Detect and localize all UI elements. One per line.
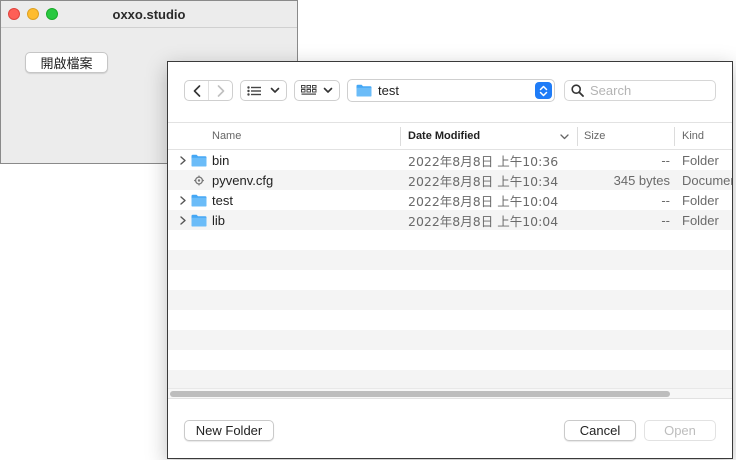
dialog-button-bar: New Folder Cancel Open	[168, 398, 732, 458]
file-date-modified: 2022年8月8日 上午10:04	[408, 193, 559, 209]
file-size: --	[661, 212, 670, 228]
app-titlebar: oxxo.studio	[1, 1, 297, 28]
chevron-right-icon	[180, 215, 186, 225]
column-divider[interactable]	[577, 127, 578, 146]
table-row[interactable]: lib 2022年8月8日 上午10:04 -- Folder	[168, 210, 732, 230]
new-folder-button[interactable]: New Folder	[184, 420, 274, 441]
file-date-modified: 2022年8月8日 上午10:04	[408, 213, 559, 229]
cancel-button[interactable]: Cancel	[564, 420, 636, 441]
folder-icon	[191, 194, 207, 206]
disclosure-triangle[interactable]	[178, 190, 188, 210]
file-name: lib	[212, 212, 226, 228]
file-size: 345 bytes	[613, 172, 670, 188]
search-field[interactable]	[564, 80, 716, 101]
empty-row	[168, 230, 732, 250]
column-kind[interactable]: Kind	[682, 123, 704, 149]
file-kind: Documer	[682, 172, 732, 188]
column-size[interactable]: Size	[584, 123, 605, 149]
file-date-modified: 2022年8月8日 上午10:36	[408, 153, 559, 169]
empty-row	[168, 250, 732, 270]
column-name[interactable]: Name	[212, 123, 241, 149]
open-file-button[interactable]: 開啟檔案	[25, 52, 108, 73]
folder-icon	[191, 154, 207, 166]
app-title: oxxo.studio	[112, 7, 186, 22]
column-divider[interactable]	[400, 127, 401, 146]
folder-icon	[191, 214, 207, 226]
column-date-modified[interactable]: Date Modified	[408, 123, 480, 149]
location-popup[interactable]: test	[347, 79, 555, 102]
document-icon	[194, 175, 204, 185]
file-kind: Folder	[682, 192, 719, 208]
horizontal-scrollbar[interactable]	[168, 388, 732, 398]
location-stepper[interactable]	[535, 82, 552, 99]
file-name: bin	[212, 152, 230, 168]
file-list: bin 2022年8月8日 上午10:36 -- Folder pyvenv.c…	[168, 150, 732, 388]
table-row[interactable]: bin 2022年8月8日 上午10:36 -- Folder	[168, 150, 732, 170]
empty-row	[168, 270, 732, 290]
file-kind: Folder	[682, 212, 719, 228]
empty-row	[168, 290, 732, 310]
file-date-modified: 2022年8月8日 上午10:34	[408, 173, 559, 189]
group-view-button[interactable]	[294, 80, 340, 101]
list-view-button[interactable]	[240, 80, 287, 101]
open-button[interactable]: Open	[644, 420, 716, 441]
scrollbar-thumb[interactable]	[170, 391, 670, 397]
chevron-right-icon	[180, 195, 186, 205]
column-header: Name Date Modified Size Kind	[168, 122, 732, 150]
chevron-down-icon	[323, 87, 333, 93]
file-size: --	[661, 192, 670, 208]
column-divider[interactable]	[674, 127, 675, 146]
table-row[interactable]: test 2022年8月8日 上午10:04 -- Folder	[168, 190, 732, 210]
up-down-chevron-icon	[539, 85, 548, 96]
current-folder-label: test	[378, 83, 399, 98]
list-icon	[247, 85, 261, 96]
file-kind: Folder	[682, 152, 719, 168]
disclosure-triangle[interactable]	[178, 150, 188, 170]
empty-row	[168, 330, 732, 350]
search-input[interactable]	[590, 83, 700, 98]
file-name: pyvenv.cfg	[212, 172, 274, 188]
folder-icon	[356, 84, 372, 97]
file-name: test	[212, 192, 233, 208]
back-button[interactable]	[185, 81, 208, 100]
grid-icon	[301, 85, 317, 95]
dialog-toolbar: test	[168, 62, 732, 122]
table-row[interactable]: pyvenv.cfg 2022年8月8日 上午10:34 345 bytes D…	[168, 170, 732, 190]
chevron-down-icon	[270, 87, 280, 93]
empty-row	[168, 370, 732, 388]
file-size: --	[661, 152, 670, 168]
empty-row	[168, 310, 732, 330]
column-date-modified-label: Date Modified	[408, 130, 481, 142]
empty-row	[168, 350, 732, 370]
chevron-right-icon	[217, 84, 224, 97]
chevron-right-icon	[180, 155, 186, 165]
open-file-dialog: test Name Date Modified Size	[167, 61, 733, 459]
forward-button[interactable]	[208, 81, 232, 100]
chevron-left-icon	[193, 84, 200, 97]
search-icon	[571, 84, 584, 97]
navigation-group	[184, 80, 233, 101]
disclosure-triangle[interactable]	[178, 210, 188, 230]
sort-chevron-down-icon	[560, 134, 569, 140]
